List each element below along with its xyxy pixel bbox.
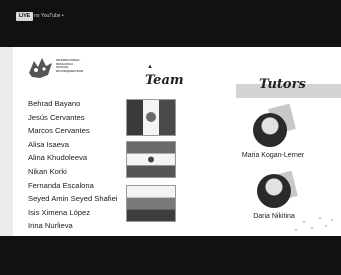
team-member: Jesús Cervantes	[28, 112, 85, 122]
dot	[303, 221, 305, 223]
tutor-name: Maria Kogan-Lerner	[241, 152, 305, 159]
team-member: Isis Ximena López	[28, 207, 91, 217]
team-member: Irina Nurlieva	[28, 221, 73, 231]
team-member: Alina Khudoleeva	[28, 153, 88, 163]
live-badge[interactable]: LIVE	[16, 12, 34, 21]
team-member: Seyed Amin Seyed Shafiei	[28, 194, 118, 204]
dot	[295, 229, 297, 231]
logo-line: ИССЛЕДОВАТЕЛИ	[56, 68, 84, 73]
russia-flag-icon	[126, 185, 176, 222]
team-member: Alisa Isaeva	[28, 139, 69, 149]
dot	[311, 227, 313, 229]
team-member: Nikan Korki	[28, 166, 67, 176]
team-member: Fernanda Escalona	[28, 180, 94, 190]
team-heading: Team	[145, 73, 184, 88]
tutor-photo-avatar	[253, 113, 287, 147]
dot	[331, 219, 333, 221]
dot	[319, 217, 321, 219]
mexico-flag-icon	[126, 99, 176, 136]
video-bottom-bar	[0, 236, 341, 275]
mouse-cursor-icon: ▲	[147, 64, 153, 70]
tutors-heading: Tutors	[259, 77, 306, 92]
team-member-list: Behrad Bayano Jesús Cervantes Marcos Cer…	[28, 97, 118, 233]
tutor-photo-avatar	[257, 174, 291, 208]
dot	[325, 225, 327, 227]
video-top-bar: LIVE no YouTube •	[0, 0, 341, 47]
school-logo-text: INTERNATIONAL RESEARCH SCHOOL ИССЛЕДОВАТ…	[56, 58, 96, 73]
team-member: Behrad Bayano	[28, 99, 81, 108]
team-member: Marcos Cervantes	[28, 126, 90, 136]
school-logo-icon	[29, 58, 52, 78]
presentation-slide: INTERNATIONAL RESEARCH SCHOOL ИССЛЕДОВАТ…	[13, 47, 341, 236]
channel-label[interactable]: no YouTube •	[34, 12, 64, 21]
tutor-name: Daria Nikitina	[253, 213, 295, 220]
iran-flag-icon	[126, 141, 176, 178]
